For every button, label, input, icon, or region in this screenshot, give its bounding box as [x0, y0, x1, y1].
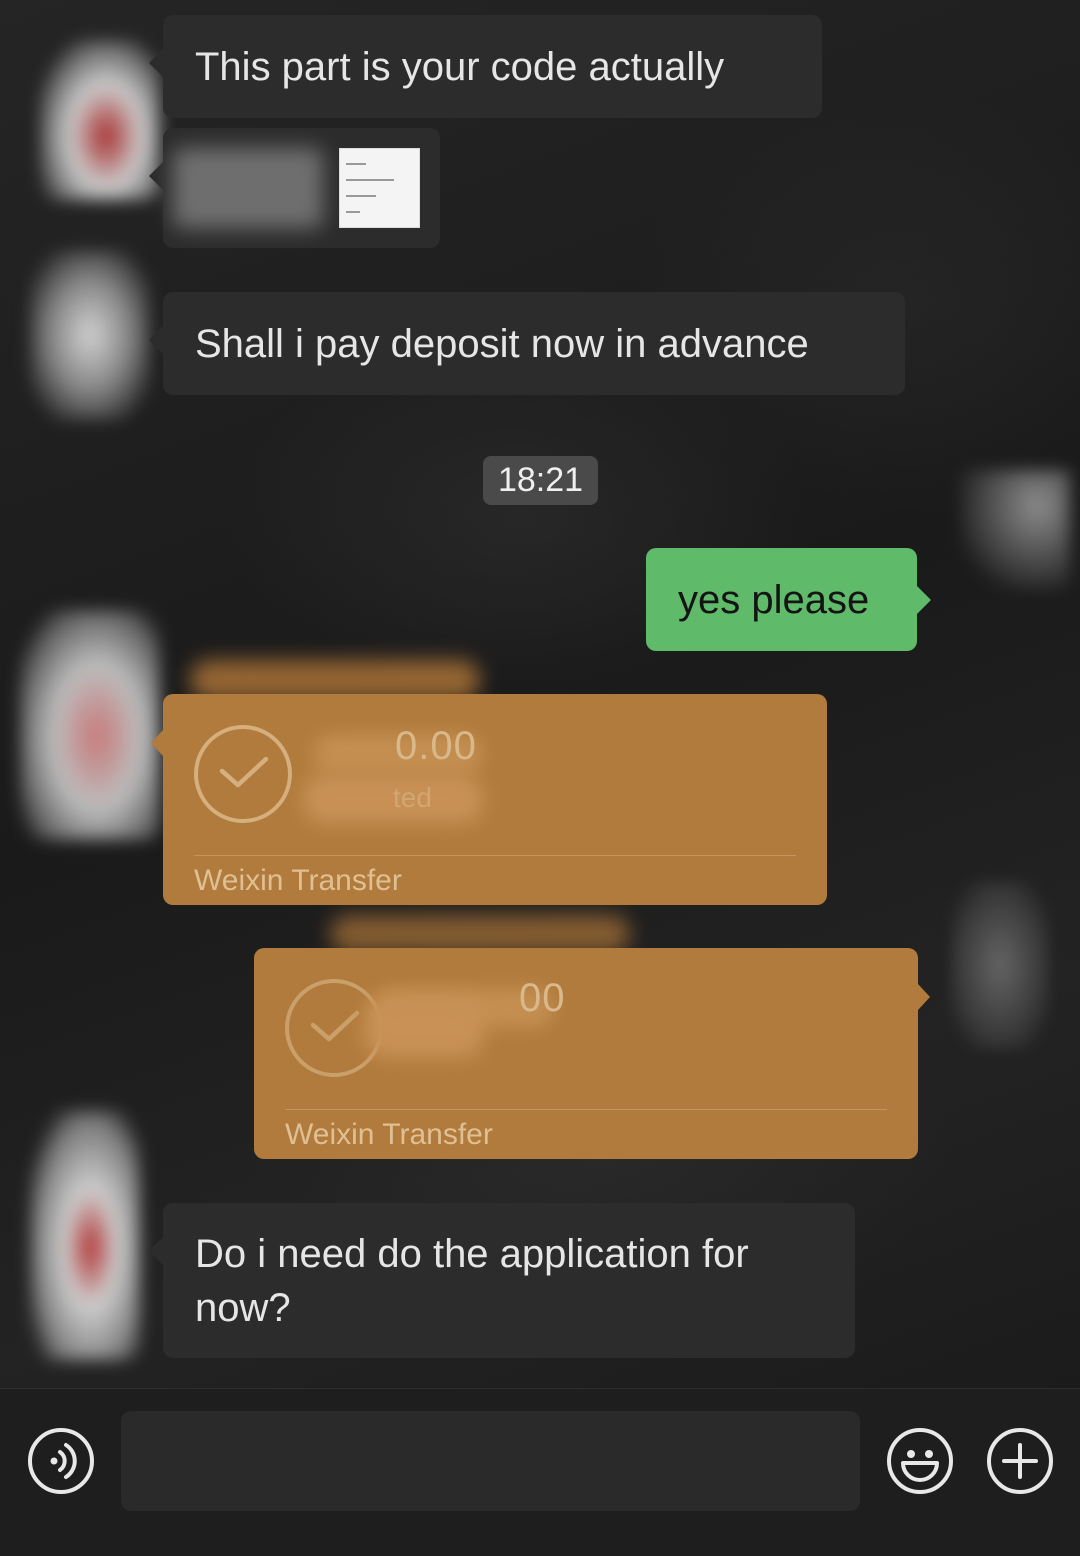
redaction-smear — [364, 998, 484, 1058]
emoji-icon — [901, 1450, 939, 1482]
received-message[interactable]: This part is your code actually — [149, 15, 822, 118]
transfer-card-sent[interactable]: 00 Weixin Transfer — [254, 948, 930, 1159]
transfer-card-received[interactable]: 0.00 ted Weixin Transfer — [151, 694, 827, 905]
received-message[interactable]: Shall i pay deposit now in advance — [149, 292, 905, 395]
message-text: Shall i pay deposit now in advance — [195, 322, 809, 366]
image-thumbnail[interactable] — [339, 148, 420, 228]
transfer-status: ted — [393, 782, 432, 813]
contact-avatar[interactable] — [30, 1110, 140, 1360]
plus-icon — [1002, 1443, 1038, 1479]
received-image-message[interactable] — [149, 128, 440, 248]
message-text: This part is your code actually — [195, 45, 725, 89]
check-circle-icon — [194, 725, 292, 823]
redacted-text — [173, 148, 323, 228]
contact-avatar[interactable] — [20, 610, 160, 840]
message-text: Do i need do the application for now? — [195, 1232, 749, 1330]
chat-screen: This part is your code actually Shall i … — [0, 0, 1080, 1556]
more-options-button[interactable] — [987, 1428, 1053, 1494]
received-message[interactable]: Do i need do the application for now? — [149, 1203, 855, 1358]
voice-button[interactable] — [28, 1428, 94, 1494]
contact-avatar[interactable] — [40, 40, 160, 200]
message-timestamp: 18:21 — [483, 456, 598, 505]
user-avatar[interactable] — [950, 880, 1050, 1050]
divider — [285, 1109, 887, 1110]
transfer-amount: 00 — [519, 976, 566, 1020]
sent-message[interactable]: yes please — [646, 548, 931, 651]
redaction-smear — [960, 470, 1070, 590]
contact-avatar[interactable] — [30, 250, 150, 420]
transfer-label: Weixin Transfer — [285, 1118, 493, 1151]
voice-icon — [50, 1443, 77, 1479]
transfer-label: Weixin Transfer — [194, 864, 402, 897]
divider — [194, 855, 796, 856]
message-text: yes please — [678, 578, 870, 622]
transfer-amount: 0.00 — [395, 724, 477, 768]
chat-input-bar — [0, 1388, 1080, 1556]
emoji-button[interactable] — [887, 1428, 953, 1494]
message-input[interactable] — [121, 1411, 860, 1511]
